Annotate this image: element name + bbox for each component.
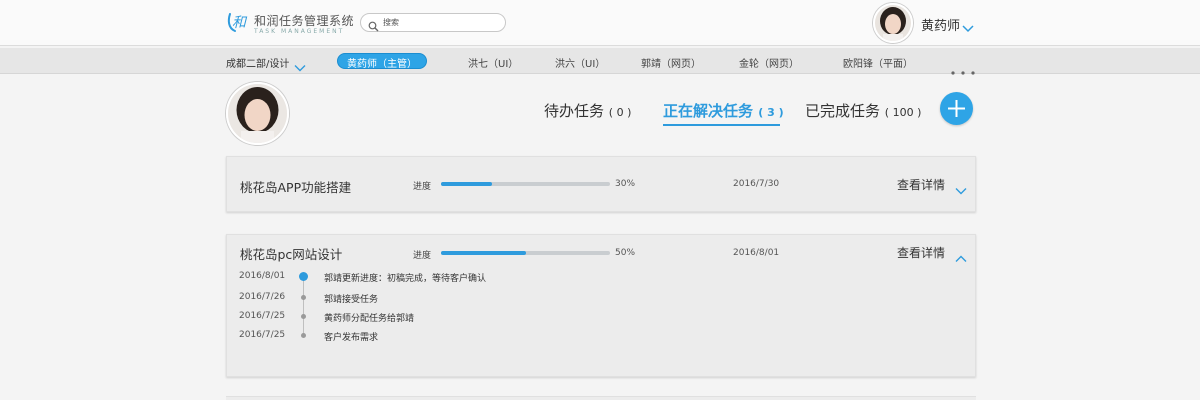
tab-label: 已完成任务 bbox=[805, 102, 881, 120]
user-name[interactable]: 黄药师 bbox=[921, 15, 960, 34]
member-filter-hongliu[interactable]: 洪六（UI） bbox=[555, 55, 605, 70]
member-filter-guojing[interactable]: 郭靖（网页） bbox=[641, 55, 701, 70]
tab-count: ( 0 ) bbox=[608, 106, 632, 119]
progress-bar bbox=[441, 251, 610, 255]
member-filter-huangyaoshi[interactable]: 黄药师（主管） bbox=[337, 53, 427, 70]
timeline-item: 2016/7/25 黄药师分配任务给郭靖 bbox=[227, 311, 727, 325]
timeline-date: 2016/7/25 bbox=[239, 330, 286, 340]
progress-percent: 30% bbox=[615, 179, 636, 189]
timeline-item: 2016/8/01 郭靖更新进度：初稿完成，等待客户确认 bbox=[227, 271, 727, 285]
search-icon bbox=[368, 17, 379, 32]
progress-label: 进度 bbox=[413, 182, 432, 192]
timeline-date: 2016/8/01 bbox=[239, 271, 286, 281]
tab-count: ( 3 ) bbox=[758, 106, 784, 119]
member-filter-hongqi[interactable]: 洪七（UI） bbox=[468, 55, 518, 70]
timeline-dot bbox=[301, 314, 306, 319]
view-details-link[interactable]: 查看详情 bbox=[897, 244, 945, 261]
app-title: 和润任务管理系统 bbox=[254, 14, 355, 28]
tab-todo[interactable]: 待办任务 ( 0 ) bbox=[544, 100, 631, 121]
timeline-line bbox=[303, 277, 304, 337]
task-date: 2016/7/30 bbox=[733, 179, 780, 189]
tab-count: ( 100 ) bbox=[884, 106, 922, 119]
progress-fill bbox=[441, 182, 492, 186]
chevron-up-icon[interactable] bbox=[955, 248, 967, 262]
task-card-partial bbox=[226, 396, 976, 400]
timeline-dot-current bbox=[299, 272, 308, 281]
tab-label: 正在解决任务 bbox=[663, 102, 754, 120]
task-title[interactable]: 桃花岛APP功能搭建 bbox=[240, 177, 351, 196]
timeline-text: 黄药师分配任务给郭靖 bbox=[324, 314, 415, 324]
member-filter-bar: 成都二部/设计 黄药师（主管） 洪七（UI） 洪六（UI） 郭靖（网页） 金轮（… bbox=[0, 48, 1200, 75]
more-icon[interactable] bbox=[950, 60, 978, 75]
task-title[interactable]: 桃花岛pc网站设计 bbox=[240, 244, 342, 263]
timeline-text: 郭靖更新进度：初稿完成，等待客户确认 bbox=[324, 274, 487, 284]
top-header: 和 和润任务管理系统 TASK MANAGEMENT 黄药师 bbox=[0, 0, 1200, 46]
active-tab-indicator bbox=[663, 124, 780, 126]
task-card: 桃花岛pc网站设计 进度 50% 2016/8/01 查看详情 2016/8/0… bbox=[226, 234, 976, 377]
progress-percent: 50% bbox=[615, 248, 636, 258]
search-input[interactable] bbox=[383, 15, 499, 30]
timeline-date: 2016/7/26 bbox=[239, 292, 286, 302]
timeline-text: 郭靖接受任务 bbox=[324, 295, 379, 305]
logo-char: 和 bbox=[232, 15, 248, 31]
timeline-item: 2016/7/26 郭靖接受任务 bbox=[227, 292, 727, 306]
add-task-button[interactable] bbox=[940, 92, 973, 125]
tab-in-progress[interactable]: 正在解决任务 ( 3 ) bbox=[663, 100, 784, 121]
search-box[interactable] bbox=[360, 13, 506, 32]
app-subtitle: TASK MANAGEMENT bbox=[254, 28, 345, 35]
progress-label: 进度 bbox=[413, 251, 432, 261]
plus-icon bbox=[948, 100, 965, 117]
progress-bar bbox=[441, 182, 610, 186]
view-details-link[interactable]: 查看详情 bbox=[897, 176, 945, 193]
profile-avatar bbox=[226, 82, 289, 145]
task-card: 桃花岛APP功能搭建 进度 30% 2016/7/30 查看详情 bbox=[226, 156, 976, 212]
chevron-down-icon[interactable] bbox=[961, 18, 975, 33]
timeline-dot bbox=[301, 333, 306, 338]
progress-fill bbox=[441, 251, 526, 255]
app-logo-icon[interactable]: 和 bbox=[226, 8, 250, 34]
chevron-down-icon[interactable] bbox=[955, 180, 967, 195]
task-timeline: 2016/8/01 郭靖更新进度：初稿完成，等待客户确认 2016/7/26 郭… bbox=[227, 271, 977, 351]
timeline-dot bbox=[301, 295, 306, 300]
timeline-text: 客户发布需求 bbox=[324, 333, 379, 343]
chevron-down-icon[interactable] bbox=[294, 57, 306, 72]
member-filter-ouyangfeng[interactable]: 欧阳锋（平面） bbox=[843, 55, 913, 70]
user-avatar[interactable] bbox=[873, 3, 913, 43]
tab-label: 待办任务 bbox=[544, 102, 605, 120]
tab-completed[interactable]: 已完成任务 ( 100 ) bbox=[805, 100, 921, 121]
department-selector[interactable]: 成都二部/设计 bbox=[226, 55, 289, 70]
timeline-date: 2016/7/25 bbox=[239, 311, 286, 321]
member-filter-jinlun[interactable]: 金轮（网页） bbox=[739, 55, 799, 70]
task-date: 2016/8/01 bbox=[733, 248, 780, 258]
timeline-item: 2016/7/25 客户发布需求 bbox=[227, 330, 727, 344]
